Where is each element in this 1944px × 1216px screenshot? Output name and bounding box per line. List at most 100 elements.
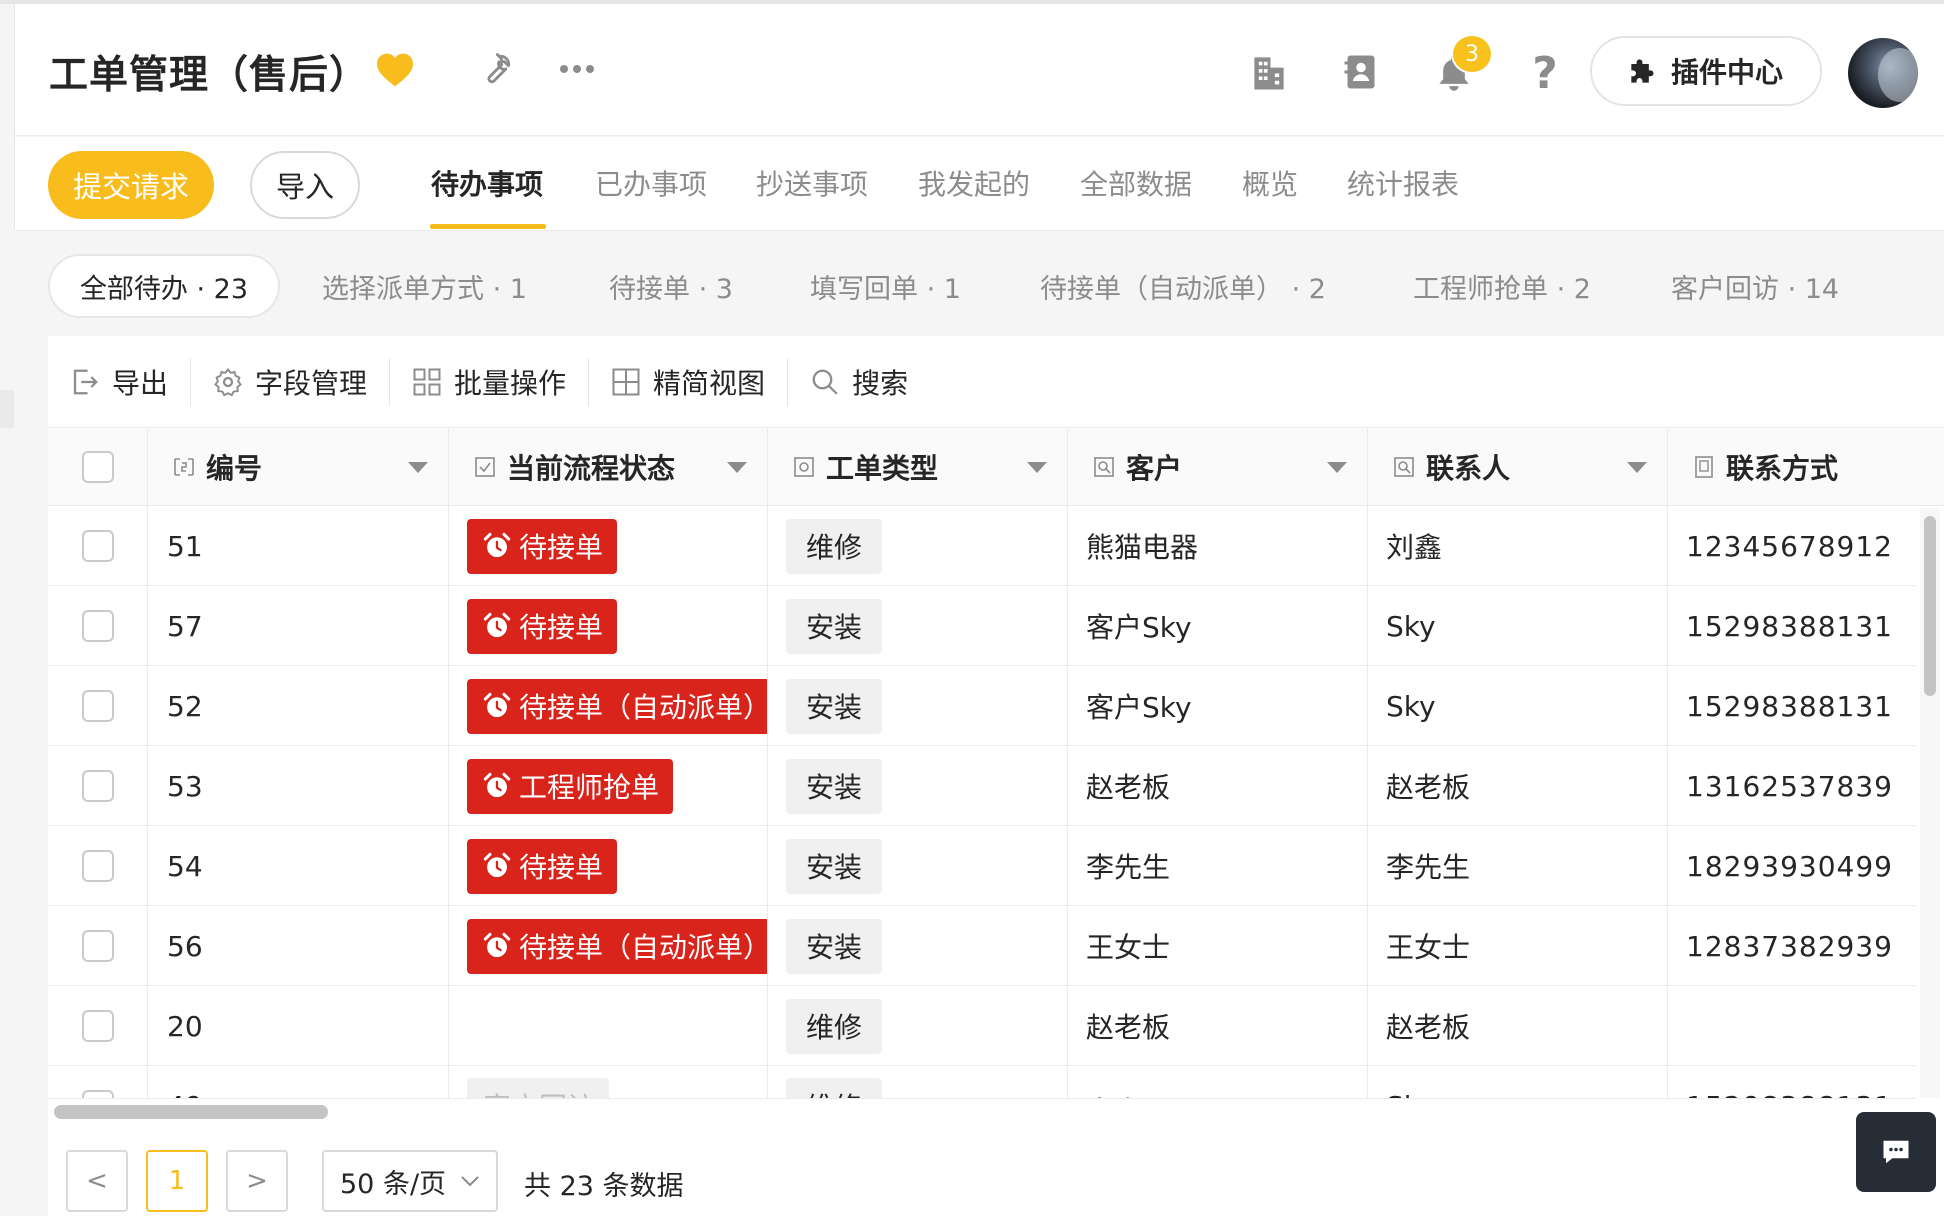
- number-field-icon: [172, 455, 196, 479]
- chat-button[interactable]: [1856, 1112, 1936, 1192]
- table-row[interactable]: 57 待接单 安装 客户Sky Sky 15298388131: [48, 586, 1916, 666]
- plugin-center-button[interactable]: 插件中心: [1590, 36, 1822, 106]
- alarm-clock-icon: [483, 532, 511, 558]
- status-tag[interactable]: 待接单: [467, 598, 618, 654]
- sort-caret-icon[interactable]: [727, 462, 747, 473]
- filter-all-todo[interactable]: 全部待办 · 23: [48, 254, 280, 318]
- table-row[interactable]: 54 待接单 安装 李先生 李先生 18293930499: [48, 826, 1916, 906]
- sort-caret-icon[interactable]: [408, 462, 428, 473]
- field-management-button[interactable]: 字段管理: [190, 357, 389, 406]
- sort-caret-icon[interactable]: [1027, 462, 1047, 473]
- column-header-customer[interactable]: 客户: [1068, 428, 1368, 506]
- help-icon[interactable]: ?: [1525, 48, 1565, 99]
- status-tag[interactable]: 待接单: [467, 518, 618, 574]
- page-title: 工单管理（售后）: [49, 53, 370, 98]
- column-header-phone[interactable]: 联系方式: [1668, 428, 1944, 506]
- vertical-scroll-thumb[interactable]: [1924, 516, 1936, 696]
- user-avatar[interactable]: [1848, 38, 1918, 108]
- select-all-checkbox[interactable]: [81, 451, 114, 483]
- status-tag-label: 待接单: [519, 611, 604, 644]
- horizontal-scrollbar[interactable]: [48, 1098, 1916, 1119]
- row-checkbox[interactable]: [81, 1010, 114, 1042]
- cell-id: 53: [148, 746, 449, 826]
- status-tag-label: 待接单（自动派单）: [519, 931, 768, 964]
- compact-view-button[interactable]: 精简视图: [588, 357, 787, 406]
- search-button[interactable]: 搜索: [787, 357, 930, 406]
- horizontal-scroll-thumb[interactable]: [54, 1105, 328, 1119]
- tab-initiated[interactable]: 我发起的: [918, 163, 1030, 203]
- cell-id: 56: [148, 906, 449, 986]
- row-checkbox[interactable]: [81, 690, 114, 722]
- import-button[interactable]: 导入: [250, 151, 360, 219]
- column-header-type[interactable]: 工单类型: [768, 428, 1068, 506]
- cell-customer: 客户Sky: [1068, 586, 1368, 666]
- filter-dispatch-method[interactable]: 选择派单方式 · 1: [322, 254, 527, 318]
- cell-phone: [1668, 986, 1916, 1066]
- cell-contact: 赵老板: [1368, 986, 1668, 1066]
- vertical-scrollbar[interactable]: [1920, 508, 1940, 1098]
- row-checkbox[interactable]: [81, 1090, 114, 1098]
- row-checkbox[interactable]: [81, 530, 114, 562]
- contacts-icon[interactable]: [1339, 50, 1383, 94]
- tab-overview[interactable]: 概览: [1242, 163, 1298, 203]
- table-row[interactable]: 53 工程师抢单 安装 赵老板 赵老板 13162537839: [48, 746, 1916, 826]
- tab-todo[interactable]: 待办事项: [431, 163, 543, 203]
- table-row[interactable]: 51 待接单 维修 熊猫电器 刘鑫 12345678912: [48, 506, 1916, 586]
- prev-page-button[interactable]: <: [66, 1150, 128, 1212]
- status-tag[interactable]: 工程师抢单: [467, 758, 674, 814]
- filter-fill-receipt[interactable]: 填写回单 · 1: [810, 254, 961, 318]
- wrench-icon[interactable]: [475, 50, 515, 90]
- table-row[interactable]: 56 待接单（自动派单） 安装 王女士 王女士 12837382939: [48, 906, 1916, 986]
- status-tag[interactable]: 待接单（自动派单）: [467, 918, 768, 974]
- column-header-id[interactable]: 编号: [148, 428, 449, 506]
- submit-request-button[interactable]: 提交请求: [48, 151, 214, 219]
- tab-reports[interactable]: 统计报表: [1347, 163, 1459, 203]
- type-tag: 维修: [786, 1078, 883, 1098]
- table-header: 编号 当前流程状态 工单类型 客户 联系人 联系方式: [48, 428, 1944, 506]
- status-tag-label: 客户回访: [483, 1086, 595, 1099]
- cell-contact: Sky: [1368, 1066, 1668, 1098]
- field-management-label: 字段管理: [255, 366, 368, 400]
- building-icon[interactable]: [1247, 50, 1291, 94]
- current-page-button[interactable]: 1: [146, 1150, 208, 1212]
- export-button[interactable]: 导出: [48, 358, 190, 406]
- table-row[interactable]: 52 待接单（自动派单） 安装 客户Sky Sky 15298388131: [48, 666, 1916, 746]
- row-select-cell: [48, 666, 148, 746]
- column-header-contact[interactable]: 联系人: [1368, 428, 1668, 506]
- row-select-cell: [48, 746, 148, 826]
- side-handle[interactable]: [0, 390, 14, 428]
- batch-operation-button[interactable]: 批量操作: [389, 357, 588, 406]
- batch-operation-label: 批量操作: [454, 366, 567, 400]
- sort-caret-icon[interactable]: [1627, 462, 1647, 473]
- page-size-select[interactable]: 50 条/页: [322, 1150, 498, 1212]
- more-options-icon[interactable]: [555, 54, 599, 84]
- status-tag[interactable]: 待接单: [467, 838, 618, 894]
- status-tag[interactable]: 待接单（自动派单）: [467, 678, 768, 734]
- status-tag[interactable]: 客户回访: [467, 1078, 610, 1099]
- column-header-status[interactable]: 当前流程状态: [449, 428, 768, 506]
- app-header: 工单管理（售后） 3 ? 插件中心: [15, 4, 1944, 136]
- relation-field-icon: [1392, 455, 1416, 479]
- favorite-heart-icon[interactable]: [373, 50, 417, 90]
- row-checkbox[interactable]: [81, 770, 114, 802]
- table-row[interactable]: 49 客户回访 维修 客户Sky Sky 15298388131: [48, 1066, 1916, 1098]
- row-checkbox[interactable]: [81, 850, 114, 882]
- tab-all-data[interactable]: 全部数据: [1080, 163, 1192, 203]
- table-row[interactable]: 20 维修 赵老板 赵老板: [48, 986, 1916, 1066]
- cell-phone: 12345678912: [1686, 529, 1893, 563]
- sort-caret-icon[interactable]: [1327, 462, 1347, 473]
- tab-cc[interactable]: 抄送事项: [756, 163, 868, 203]
- status-tag-label: 待接单（自动派单）: [519, 691, 768, 724]
- row-checkbox[interactable]: [81, 930, 114, 962]
- filter-customer-revisit[interactable]: 客户回访 · 14: [1671, 254, 1839, 318]
- column-label-contact: 联系人: [1426, 452, 1511, 485]
- filter-pending-accept[interactable]: 待接单 · 3: [609, 254, 733, 318]
- next-page-button[interactable]: >: [226, 1150, 288, 1212]
- tab-done[interactable]: 已办事项: [595, 163, 707, 203]
- filter-engineer-grab[interactable]: 工程师抢单 · 2: [1413, 254, 1591, 318]
- table-panel: 导出 字段管理 批量操作 精简视图 搜索 编号 当前流程状态 工单类型 客户 联…: [48, 336, 1944, 1216]
- row-checkbox[interactable]: [81, 610, 114, 642]
- plugin-center-label: 插件中心: [1670, 56, 1783, 89]
- filter-pending-auto[interactable]: 待接单（自动派单） · 2: [1040, 254, 1326, 318]
- alarm-clock-icon: [483, 612, 511, 638]
